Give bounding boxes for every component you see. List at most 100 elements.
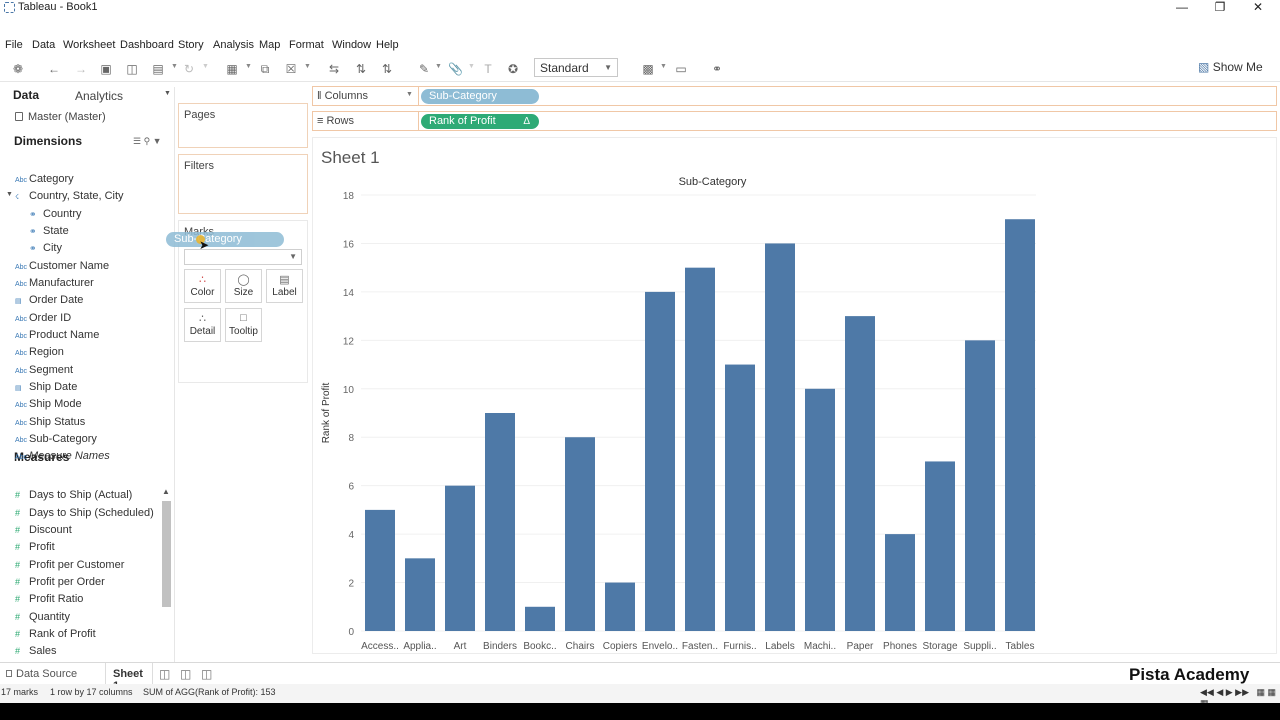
group-members-icon[interactable]: 📎 xyxy=(448,62,463,76)
measure-rank-of-profit[interactable]: # Rank of Profit xyxy=(15,628,96,645)
fix-axes-icon[interactable]: ✪ xyxy=(506,62,520,76)
new-worksheet-icon[interactable]: ▦ xyxy=(225,62,239,76)
pane-menu-icon[interactable]: ▼ xyxy=(164,90,171,97)
dimension-country-state-city[interactable]: ☇ Country, State, City ▼ xyxy=(6,190,124,207)
highlight-icon[interactable]: ✎ xyxy=(417,62,431,76)
new-dashboard-icon[interactable]: ◫ xyxy=(180,667,191,681)
measure-sales[interactable]: # Sales xyxy=(15,645,57,662)
menu-story[interactable]: Story xyxy=(178,39,204,51)
measure-days-to-ship-actual-[interactable]: # Days to Ship (Actual) xyxy=(15,489,132,506)
redo-icon[interactable]: → xyxy=(74,62,88,76)
scrollbar[interactable]: ▲ ▼ xyxy=(160,487,173,673)
dimension-tools-icon[interactable]: ☰ ⚲ ▼ xyxy=(133,136,162,147)
scroll-thumb[interactable] xyxy=(162,501,171,607)
menu-window[interactable]: Window xyxy=(332,39,371,51)
menu-worksheet[interactable]: Worksheet xyxy=(63,39,115,51)
close-icon[interactable]: ✕ xyxy=(1236,0,1280,17)
dimension-ship-status[interactable]: Abc Ship Status xyxy=(15,416,85,433)
share-icon[interactable]: ⚭ xyxy=(710,62,724,76)
detail-button[interactable]: ∴ Detail xyxy=(184,308,221,342)
measure-quantity[interactable]: # Quantity xyxy=(15,611,70,628)
show-cards-icon[interactable]: ▩ xyxy=(641,62,655,76)
menu-help[interactable]: Help xyxy=(376,39,399,51)
measure-days-to-ship-scheduled-[interactable]: # Days to Ship (Scheduled) xyxy=(15,507,154,524)
fit-select[interactable]: Standard ▼ xyxy=(534,58,618,77)
dimension-customer-name[interactable]: Abc Customer Name xyxy=(15,260,109,277)
rows-icon: ≡ xyxy=(317,115,324,127)
dimension-ship-mode[interactable]: Abc Ship Mode xyxy=(15,398,82,415)
y-tick-label: 18 xyxy=(343,191,355,202)
scroll-up-icon[interactable]: ▲ xyxy=(162,487,170,496)
dimension-order-id[interactable]: Abc Order ID xyxy=(15,312,71,329)
color-button[interactable]: ∴ Color xyxy=(184,269,221,303)
string-type-icon: Abc xyxy=(15,316,28,323)
tab-analytics[interactable]: Analytics xyxy=(75,89,123,103)
dimension-category[interactable]: Abc Category xyxy=(15,173,74,190)
menu-analysis[interactable]: Analysis xyxy=(213,39,254,51)
sheet-tab[interactable]: Sheet 1 xyxy=(105,663,153,692)
pause-updates-icon[interactable]: ▤ xyxy=(151,62,165,76)
dimension-region[interactable]: Abc Region xyxy=(15,346,64,363)
show-mark-labels-icon[interactable]: T xyxy=(481,62,495,76)
clear-sheet-icon[interactable]: ☒ xyxy=(284,62,298,76)
dimension-order-date[interactable]: ▤ Order Date xyxy=(15,294,83,311)
dimension-measure-names[interactable]: Abc Measure Names xyxy=(15,450,110,467)
dimension-manufacturer[interactable]: Abc Manufacturer xyxy=(15,277,94,294)
tab-data[interactable]: Data xyxy=(13,88,39,102)
tableau-logo-icon[interactable]: ❁ xyxy=(11,62,25,76)
measure-profit[interactable]: # Profit xyxy=(15,541,55,558)
menu-format[interactable]: Format xyxy=(289,39,324,51)
dimension-sub-category[interactable]: Abc Sub-Category xyxy=(15,433,97,450)
measure-profit-ratio[interactable]: # Profit Ratio xyxy=(15,593,83,610)
title-bar: Tableau - Book1 — ❐ ✕ xyxy=(0,0,1280,17)
field-label: Ship Mode xyxy=(29,398,82,410)
new-story-icon[interactable]: ◫ xyxy=(201,667,212,681)
datasource-item[interactable]: Master (Master) xyxy=(15,111,106,123)
duplicate-sheet-icon[interactable]: ⧉ xyxy=(258,62,272,76)
dimension-city[interactable]: ⚭ City xyxy=(29,242,62,259)
size-button[interactable]: ◯ Size xyxy=(225,269,262,303)
app-frame: File Data Worksheet Dashboard Story Analysis M… xyxy=(0,17,1280,703)
columns-pill-sub-category[interactable]: Sub-Category xyxy=(421,89,539,104)
tooltip-button[interactable]: □ Tooltip xyxy=(225,308,262,342)
show-me-button[interactable]: ▧ Show Me xyxy=(1198,60,1263,74)
rows-shelf[interactable]: ≡ Rows Rank of Profit Δ xyxy=(312,111,1277,131)
sheet-title: Sheet 1 xyxy=(321,148,380,167)
sheet-nav-icons[interactable]: ◀◀ ◀ ▶ ▶▶ ▦ ▦ ▦ xyxy=(1200,687,1280,703)
measure-discount[interactable]: # Discount xyxy=(15,524,72,541)
dimension-ship-date[interactable]: ▤ Ship Date xyxy=(15,381,77,398)
cursor-icon: ➤ xyxy=(199,238,210,252)
dimension-segment[interactable]: Abc Segment xyxy=(15,364,73,381)
measure-profit-per-customer[interactable]: # Profit per Customer xyxy=(15,559,124,576)
rows-pill-rank-of-profit[interactable]: Rank of Profit Δ xyxy=(421,114,539,129)
sort-descending-icon[interactable]: ⇅ xyxy=(380,62,394,76)
expand-caret-icon[interactable]: ▼ xyxy=(6,191,13,198)
swap-rows-columns-icon[interactable]: ⇆ xyxy=(327,62,341,76)
data-source-tab[interactable]: Data Source xyxy=(6,668,77,680)
dragging-pill-sub-category[interactable]: Sub-Category xyxy=(166,232,284,247)
menu-dashboard[interactable]: Dashboard xyxy=(120,39,174,51)
dimension-state[interactable]: ⚭ State xyxy=(29,225,69,242)
new-worksheet-icon[interactable]: ◫ xyxy=(159,667,170,681)
chevron-down-icon[interactable]: ▼ xyxy=(406,91,413,98)
measure-profit-per-order[interactable]: # Profit per Order xyxy=(15,576,105,593)
label-button[interactable]: ▤ Label xyxy=(266,269,303,303)
refresh-icon[interactable]: ↻ xyxy=(182,62,196,76)
menu-file[interactable]: File xyxy=(5,39,23,51)
bar-16 xyxy=(965,340,995,631)
menu-map[interactable]: Map xyxy=(259,39,280,51)
columns-icon: ‖ xyxy=(317,90,322,102)
pages-card[interactable]: Pages xyxy=(178,103,308,148)
x-tick-label: Machi.. xyxy=(804,641,836,652)
sort-ascending-icon[interactable]: ⇅ xyxy=(354,62,368,76)
save-icon[interactable]: ▣ xyxy=(99,62,113,76)
filters-card[interactable]: Filters xyxy=(178,154,308,214)
dimension-country[interactable]: ⚭ Country xyxy=(29,208,82,225)
undo-icon[interactable]: ← xyxy=(47,62,61,76)
presentation-mode-icon[interactable]: ▭ xyxy=(674,62,688,76)
columns-shelf[interactable]: ‖ Columns ▼ Sub-Category xyxy=(312,86,1277,106)
dimension-product-name[interactable]: Abc Product Name xyxy=(15,329,99,346)
new-datasource-icon[interactable]: ◫ xyxy=(125,62,139,76)
hierarchy-icon: ☇ xyxy=(15,194,20,201)
menu-data[interactable]: Data xyxy=(32,39,55,51)
